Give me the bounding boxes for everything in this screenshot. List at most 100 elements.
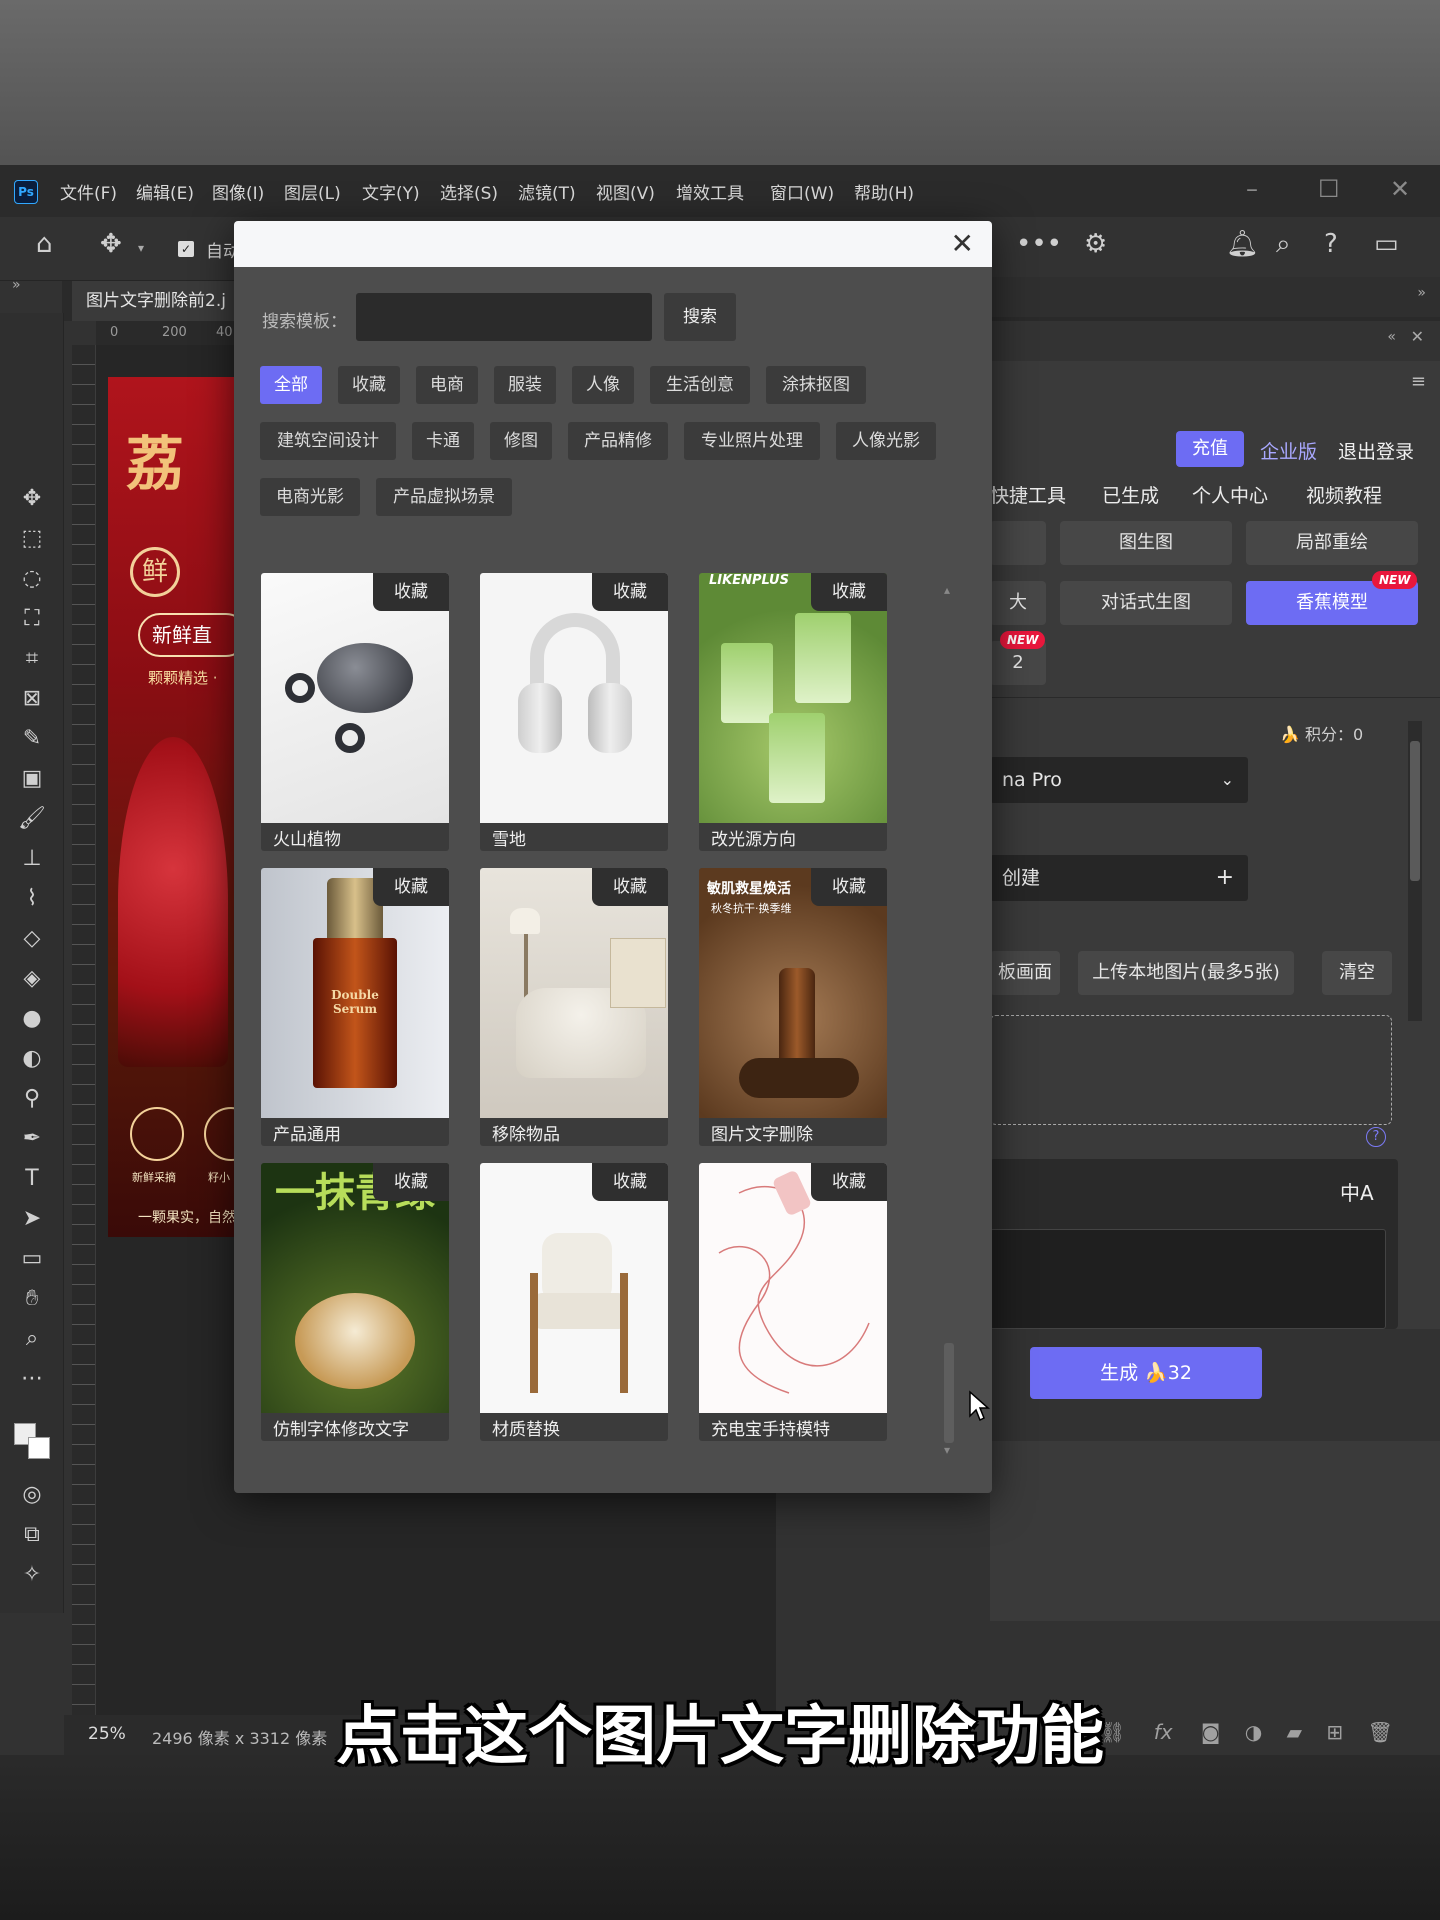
screen-mode-icon[interactable]: ⧉ — [18, 1521, 46, 1549]
category-architecture[interactable]: 建筑空间设计 — [260, 422, 396, 460]
template-card[interactable]: 收藏 火山植物 — [261, 573, 449, 851]
home-icon[interactable]: ⌂ — [36, 229, 53, 259]
panel-expand-icon[interactable]: « — [1387, 329, 1396, 345]
canvas-image-button[interactable]: 板画面 — [990, 951, 1060, 995]
more-tools-icon[interactable]: ⋯ — [18, 1365, 46, 1393]
panel-scrollbar[interactable] — [1408, 721, 1422, 1021]
eyedropper-icon[interactable]: ✎ — [18, 725, 46, 753]
template-card[interactable]: 收藏 材质替换 — [480, 1163, 668, 1441]
generate-button[interactable]: 生成 🍌32 — [1030, 1347, 1262, 1399]
grid-scrollbar[interactable] — [940, 581, 958, 1461]
menu-window[interactable]: 窗口(W) — [770, 179, 834, 204]
category-product-refine[interactable]: 产品精修 — [568, 422, 668, 460]
panel-scroll-thumb[interactable] — [1410, 741, 1420, 881]
category-cartoon[interactable]: 卡通 — [412, 422, 474, 460]
favorite-button[interactable]: 收藏 — [811, 868, 887, 906]
zoom-icon[interactable]: ⌕ — [18, 1325, 46, 1353]
document-tab[interactable]: 图片文字删除前2.j — [72, 281, 240, 321]
workspace-icon[interactable]: ▭ — [1374, 229, 1399, 259]
panel-menu-icon[interactable]: ≡ — [1411, 371, 1426, 392]
frame-icon[interactable]: ⊠ — [18, 685, 46, 713]
category-portrait[interactable]: 人像 — [572, 366, 634, 404]
category-clothing[interactable]: 服装 — [494, 366, 556, 404]
menu-select[interactable]: 选择(S) — [440, 179, 498, 204]
grid-scroll-thumb[interactable] — [944, 1343, 954, 1443]
category-smear-cutout[interactable]: 涂抹抠图 — [766, 366, 866, 404]
upload-local-image-button[interactable]: 上传本地图片(最多5张) — [1078, 951, 1294, 995]
healing-icon[interactable]: ▣ — [18, 765, 46, 793]
stamp-icon[interactable]: ⊥ — [18, 845, 46, 873]
type-tool-icon[interactable]: T — [18, 1165, 46, 1193]
favorite-button[interactable]: 收藏 — [592, 573, 668, 611]
nav-video-tutorial[interactable]: 视频教程 — [1306, 481, 1382, 508]
tool-button-partial[interactable]: 大 — [990, 581, 1046, 625]
scroll-up-icon[interactable]: ▴ — [944, 583, 950, 597]
template-card[interactable]: 收藏 移除物品 — [480, 868, 668, 1146]
prompt-textarea[interactable] — [990, 1229, 1386, 1329]
path-select-icon[interactable]: ➤ — [18, 1205, 46, 1233]
eraser-icon[interactable]: ◇ — [18, 925, 46, 953]
nav-personal-center[interactable]: 个人中心 — [1192, 481, 1268, 508]
generative-icon[interactable]: ✧ — [18, 1561, 46, 1589]
lasso-icon[interactable]: ◌ — [18, 565, 46, 593]
favorite-button[interactable]: 收藏 — [811, 573, 887, 611]
menu-type[interactable]: 文字(Y) — [362, 179, 420, 204]
category-pro-photo[interactable]: 专业照片处理 — [684, 422, 820, 460]
menu-layer[interactable]: 图层(L) — [284, 179, 341, 204]
category-ecommerce-light[interactable]: 电商光影 — [260, 478, 360, 516]
model-select[interactable]: na Pro ⌄ — [990, 757, 1248, 803]
favorite-button[interactable]: 收藏 — [373, 868, 449, 906]
collapse-icon[interactable]: » — [12, 277, 21, 293]
tool-button-partial[interactable] — [990, 521, 1046, 565]
marquee-icon[interactable]: ⬚ — [18, 525, 46, 553]
maximize-icon[interactable]: ☐ — [1318, 175, 1340, 203]
translate-icon[interactable]: 中A — [1340, 1177, 1374, 1206]
search-input[interactable] — [356, 293, 652, 341]
favorite-button[interactable]: 收藏 — [811, 1163, 887, 1201]
menu-file[interactable]: 文件(F) — [60, 179, 117, 204]
favorite-button[interactable]: 收藏 — [592, 1163, 668, 1201]
bell-icon[interactable]: 🔔︎ — [1226, 229, 1259, 259]
category-life-creative[interactable]: 生活创意 — [650, 366, 750, 404]
template-card[interactable]: 收藏 雪地 — [480, 573, 668, 851]
menu-help[interactable]: 帮助(H) — [854, 179, 914, 204]
brush-icon[interactable]: 🖌︎ — [18, 805, 46, 833]
bucket-icon[interactable]: ◈ — [18, 965, 46, 993]
menu-view[interactable]: 视图(V) — [596, 179, 655, 204]
hand-icon[interactable]: ✋︎ — [18, 1285, 46, 1313]
inpaint-button[interactable]: 局部重绘 — [1246, 521, 1418, 565]
object-select-icon[interactable]: ⛶ — [18, 605, 46, 633]
search-icon[interactable]: ⌕ — [1276, 229, 1291, 260]
minimize-icon[interactable]: – — [1246, 175, 1258, 203]
close-icon[interactable]: ✕ — [951, 227, 974, 260]
panel-collapse-icon[interactable]: » — [1417, 285, 1426, 301]
recharge-button[interactable]: 充值 — [1176, 431, 1244, 467]
help-circle-icon[interactable]: ? — [1366, 1127, 1386, 1147]
menu-edit[interactable]: 编辑(E) — [136, 179, 194, 204]
menu-filter[interactable]: 滤镜(T) — [518, 179, 576, 204]
favorite-button[interactable]: 收藏 — [373, 573, 449, 611]
move-tool-icon[interactable]: ✥ — [100, 229, 122, 259]
menu-image[interactable]: 图像(I) — [212, 179, 264, 204]
scroll-down-icon[interactable]: ▾ — [944, 1443, 950, 1457]
category-product-virtual-scene[interactable]: 产品虚拟场景 — [376, 478, 512, 516]
category-retouch[interactable]: 修图 — [490, 422, 552, 460]
template-card[interactable]: 收藏 充电宝手持模特 — [699, 1163, 887, 1441]
category-favorites[interactable]: 收藏 — [338, 366, 400, 404]
blur-icon[interactable]: ● — [18, 1005, 46, 1033]
favorite-button[interactable]: 收藏 — [592, 868, 668, 906]
clear-button[interactable]: 清空 — [1322, 951, 1392, 995]
favorite-button[interactable]: 收藏 — [373, 1163, 449, 1201]
create-select[interactable]: 创建 + — [990, 855, 1248, 901]
rectangle-icon[interactable]: ▭ — [18, 1245, 46, 1273]
template-card[interactable]: 一抹青绿 收藏 仿制字体修改文字 — [261, 1163, 449, 1441]
more-icon[interactable]: ••• — [1016, 229, 1062, 259]
menu-plugins[interactable]: 增效工具 — [676, 179, 744, 204]
image-drop-zone[interactable] — [990, 1015, 1392, 1125]
search-button[interactable]: 搜索 — [664, 293, 736, 341]
dodge-icon[interactable]: ◐ — [18, 1045, 46, 1073]
help-icon[interactable]: ? — [1324, 229, 1338, 259]
category-ecommerce[interactable]: 电商 — [416, 366, 478, 404]
zoom-lens-icon[interactable]: ⚲ — [18, 1085, 46, 1113]
crop-icon[interactable]: ⌗ — [18, 645, 46, 673]
